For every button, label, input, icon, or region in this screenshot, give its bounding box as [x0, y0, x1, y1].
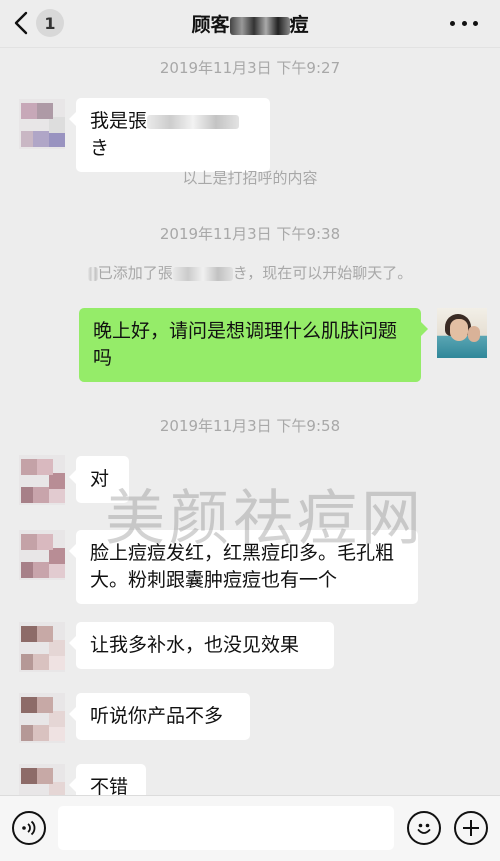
redacted-name — [229, 16, 290, 35]
more-options-button[interactable] — [450, 12, 478, 34]
contact-avatar[interactable] — [19, 455, 65, 505]
message-bubble-reply[interactable]: 脸上痘痘发红，红黑痘印多。毛孔粗大。粉刺跟囊肿痘痘也有一个 — [69, 530, 418, 604]
redacted-name — [147, 114, 240, 129]
more-dots-icon — [450, 20, 455, 26]
message-bubble-reply[interactable]: 对 — [69, 456, 129, 503]
emoji-button[interactable] — [407, 811, 441, 845]
message-input[interactable] — [58, 806, 394, 850]
chat-title-suffix: 痘 — [289, 14, 309, 36]
contact-avatar[interactable] — [19, 530, 65, 580]
my-avatar[interactable] — [437, 308, 487, 358]
system-note-added: 已添加了張 き，现在可以开始聊天了。 — [0, 262, 500, 283]
timestamp: 2019年11月3日 下午9:27 — [159, 59, 341, 77]
redacted-name — [87, 266, 98, 281]
timestamp: 2019年11月3日 下午9:38 — [159, 225, 341, 243]
voice-icon — [22, 820, 36, 836]
chat-title-prefix: 顾客 — [191, 14, 230, 36]
contact-avatar[interactable] — [19, 99, 65, 149]
plus-icon — [463, 820, 479, 836]
greeting-text-suffix: き — [90, 137, 110, 159]
timestamp: 2019年11月3日 下午9:58 — [159, 417, 341, 435]
message-bubble-reply[interactable]: 让我多补水，也没见效果 — [69, 622, 334, 669]
added-text-suffix: き，现在可以开始聊天了。 — [232, 264, 413, 282]
message-bubble-outgoing[interactable]: 晚上好，请问是想调理什么肌肤问题吗 — [79, 308, 428, 382]
system-note-greeting: 以上是打招呼的内容 — [182, 169, 318, 187]
added-text-prefix: 已添加了張 — [97, 264, 173, 282]
contact-avatar[interactable] — [19, 693, 65, 743]
contact-avatar[interactable] — [19, 622, 65, 672]
plus-button[interactable] — [454, 811, 488, 845]
redacted-name — [172, 266, 233, 281]
chat-title: 顾客 痘 — [0, 10, 500, 37]
input-bar — [0, 795, 500, 861]
greeting-text-prefix: 我是張 — [90, 110, 148, 132]
message-bubble-reply[interactable]: 听说你产品不多 — [69, 693, 250, 740]
smiley-icon — [417, 823, 431, 834]
message-bubble-greeting[interactable]: 我是張き — [69, 98, 270, 172]
chat-header: 1 顾客痘 — [0, 0, 500, 48]
voice-input-button[interactable] — [12, 811, 46, 845]
